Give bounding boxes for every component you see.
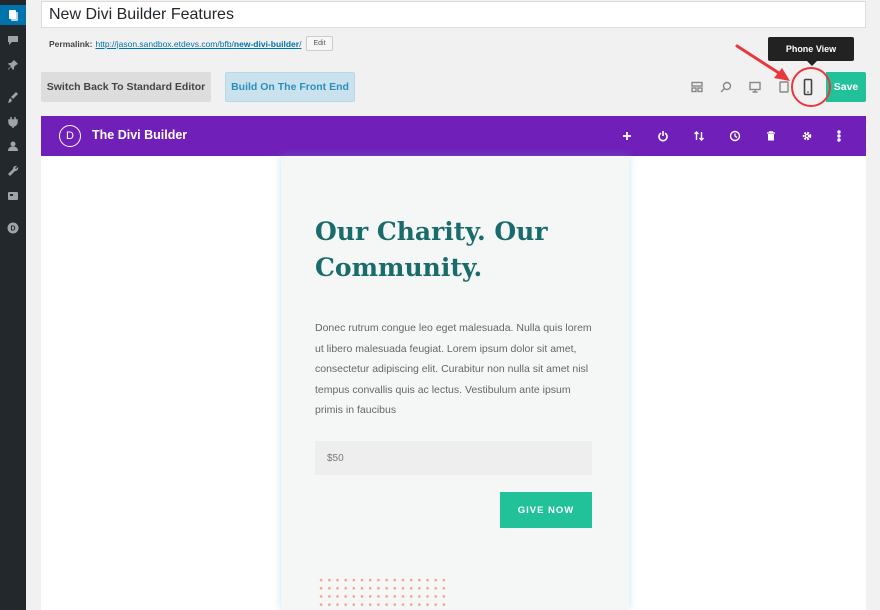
zoom-icon[interactable] (719, 80, 733, 94)
more-icon[interactable] (832, 129, 846, 143)
settings-icon[interactable] (0, 186, 26, 206)
power-icon[interactable] (656, 129, 670, 143)
appearance-icon[interactable] (0, 87, 26, 107)
permalink-link[interactable]: http://jason.sandbox.etdevs.com/bfb/new-… (95, 39, 301, 49)
permalink-row: Permalink: http://jason.sandbox.etdevs.c… (49, 36, 333, 51)
pages-icon[interactable] (0, 5, 26, 25)
plugins-icon[interactable] (0, 112, 26, 132)
pin-icon[interactable] (0, 55, 26, 75)
builder-canvas: Our Charity. Our Community. Donec rutrum… (41, 156, 866, 610)
post-title-input[interactable]: New Divi Builder Features (41, 1, 866, 28)
donation-amount-input[interactable]: $50 (315, 441, 592, 475)
permalink-base: http://jason.sandbox.etdevs.com/bfb/ (95, 38, 234, 49)
save-button[interactable]: Save (826, 72, 866, 102)
tablet-icon[interactable] (777, 80, 791, 94)
sort-icon[interactable] (692, 129, 706, 143)
phone-view-button[interactable] (791, 70, 825, 104)
give-now-button[interactable]: GIVE NOW (500, 492, 592, 528)
tools-icon[interactable] (0, 161, 26, 181)
history-icon[interactable] (728, 129, 742, 143)
trash-icon[interactable] (764, 129, 778, 143)
gear-icon[interactable] (800, 129, 814, 143)
divi-icon[interactable]: D (0, 218, 26, 238)
decorative-dot-pattern (317, 576, 449, 610)
wp-admin-sidebar: D (0, 0, 26, 610)
permalink-label: Permalink: (49, 38, 93, 49)
comments-icon[interactable] (0, 30, 26, 50)
permalink-edit-button[interactable]: Edit (306, 36, 333, 51)
phone-icon (803, 78, 813, 96)
desktop-icon[interactable] (748, 80, 762, 94)
permalink-tail: / (299, 38, 302, 49)
charity-headline: Our Charity. Our Community. (315, 217, 548, 282)
users-icon[interactable] (0, 136, 26, 156)
phone-preview-frame: Our Charity. Our Community. Donec rutrum… (281, 156, 629, 610)
permalink-slug: new-divi-builder (233, 38, 300, 49)
build-front-end-button[interactable]: Build On The Front End (225, 72, 355, 102)
divi-builder-bar: D The Divi Builder (41, 116, 866, 156)
charity-body-text: Donec rutrum congue leo eget malesuada. … (315, 322, 592, 416)
svg-text:D: D (10, 226, 15, 233)
divi-logo: D (59, 125, 81, 147)
wireframe-icon[interactable] (690, 80, 704, 94)
phone-view-tooltip: Phone View (768, 37, 854, 66)
switch-standard-editor-button[interactable]: Switch Back To Standard Editor (41, 72, 211, 102)
plus-icon[interactable] (620, 129, 634, 143)
divi-builder-title: The Divi Builder (92, 128, 188, 142)
